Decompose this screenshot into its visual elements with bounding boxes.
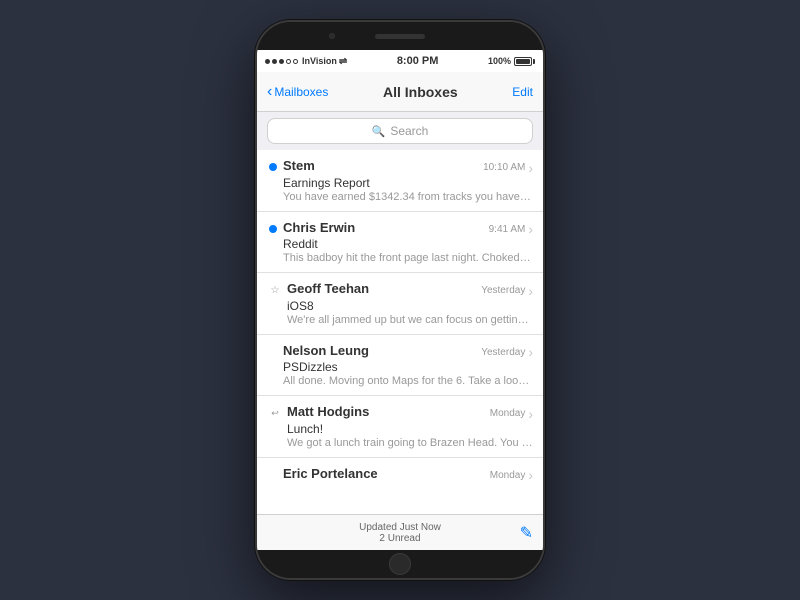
email-header: Nelson Leung Yesterday ›: [283, 343, 533, 360]
email-time-area: Yesterday ›: [481, 284, 533, 298]
battery-fill: [516, 59, 530, 64]
email-item-nelson[interactable]: Nelson Leung Yesterday › PSDizzles All d…: [257, 335, 543, 397]
chevron-icon: ›: [528, 284, 533, 298]
email-preview: This badboy hit the front page last nigh…: [283, 252, 533, 264]
status-bar: InVision ⇌ 8:00 PM 100%: [257, 50, 543, 72]
signal-dot-3: [279, 59, 284, 64]
battery-body: [514, 57, 532, 66]
email-header: Geoff Teehan Yesterday ›: [287, 281, 533, 298]
email-header: Matt Hodgins Monday ›: [287, 404, 533, 421]
edit-button[interactable]: Edit: [512, 85, 533, 99]
unread-count: 2 Unread: [359, 533, 441, 544]
bottom-bar: Updated Just Now 2 Unread ✎: [257, 514, 543, 550]
email-list: Stem 10:10 AM › Earnings Report You have…: [257, 150, 543, 514]
bottom-status-text: Updated Just Now 2 Unread: [359, 522, 441, 544]
status-left: InVision ⇌: [265, 56, 347, 67]
phone-frame: InVision ⇌ 8:00 PM 100% ‹ Mailboxes All …: [255, 20, 545, 580]
battery-percent: 100%: [488, 56, 511, 66]
phone-top: [257, 22, 543, 50]
email-header: Chris Erwin 9:41 AM ›: [283, 220, 533, 237]
email-sender: Chris Erwin: [283, 220, 355, 235]
phone-bottom: [257, 550, 543, 578]
signal-dot-5: [293, 59, 298, 64]
battery-tip: [533, 59, 535, 64]
email-header: Stem 10:10 AM ›: [283, 158, 533, 175]
email-preview: You have earned $1342.34 from tracks you…: [283, 191, 533, 203]
nav-bar: ‹ Mailboxes All Inboxes Edit: [257, 72, 543, 112]
search-bar[interactable]: 🔍 Search: [267, 118, 533, 144]
email-time-area: Yesterday ›: [481, 345, 533, 359]
reply-indicator: ↩: [269, 407, 281, 419]
email-time: Monday: [490, 408, 526, 419]
updated-text: Updated Just Now: [359, 522, 441, 533]
email-sender: Nelson Leung: [283, 343, 369, 358]
email-time: 9:41 AM: [489, 224, 526, 235]
email-subject: Lunch!: [287, 422, 533, 436]
unread-indicator: [269, 225, 277, 233]
compose-button[interactable]: ✎: [520, 523, 533, 543]
screen: InVision ⇌ 8:00 PM 100% ‹ Mailboxes All …: [257, 50, 543, 550]
search-bar-container: 🔍 Search: [257, 112, 543, 150]
home-button[interactable]: [389, 553, 411, 575]
email-subject: Earnings Report: [283, 176, 533, 190]
phone-camera: [329, 33, 335, 39]
email-subject: PSDizzles: [283, 360, 533, 374]
carrier-label: InVision: [302, 56, 337, 66]
chevron-icon: ›: [528, 161, 533, 175]
email-time: Yesterday: [481, 347, 525, 358]
no-indicator: [269, 348, 277, 356]
signal-dot-2: [272, 59, 277, 64]
nav-title: All Inboxes: [383, 84, 458, 100]
search-placeholder: Search: [390, 124, 428, 138]
email-sender: Eric Portelance: [283, 466, 378, 481]
email-time-area: 10:10 AM ›: [483, 161, 533, 175]
email-item-chris[interactable]: Chris Erwin 9:41 AM › Reddit This badboy…: [257, 212, 543, 274]
email-content: Matt Hodgins Monday › Lunch! We got a lu…: [287, 404, 533, 449]
email-item-eric[interactable]: Eric Portelance Monday ›: [257, 458, 543, 492]
email-time: Yesterday: [481, 285, 525, 296]
signal-dots: [265, 59, 298, 64]
search-icon: 🔍: [372, 125, 386, 138]
phone-speaker: [375, 34, 425, 39]
email-header: Eric Portelance Monday ›: [283, 466, 533, 483]
email-preview: All done. Moving onto Maps for the 6. Ta…: [283, 375, 533, 387]
chevron-icon: ›: [528, 407, 533, 421]
chevron-icon: ›: [528, 468, 533, 482]
email-subject: iOS8: [287, 299, 533, 313]
email-content: Eric Portelance Monday ›: [283, 466, 533, 484]
email-item-geoff[interactable]: ☆ Geoff Teehan Yesterday › iOS8 We're al…: [257, 273, 543, 335]
starred-indicator: ☆: [269, 284, 281, 296]
back-button[interactable]: ‹ Mailboxes: [267, 84, 328, 100]
email-time-area: Monday ›: [490, 468, 533, 482]
email-sender: Stem: [283, 158, 315, 173]
email-preview: We got a lunch train going to Brazen Hea…: [287, 437, 533, 449]
status-right: 100%: [488, 56, 535, 66]
email-content: Geoff Teehan Yesterday › iOS8 We're all …: [287, 281, 533, 326]
back-label: Mailboxes: [274, 85, 328, 99]
battery-icon: [514, 57, 535, 66]
email-subject: Reddit: [283, 237, 533, 251]
status-time: 8:00 PM: [397, 55, 439, 67]
email-preview: We're all jammed up but we can focus on …: [287, 314, 533, 326]
wifi-icon: ⇌: [339, 56, 347, 67]
no-indicator: [269, 471, 277, 479]
signal-dot-1: [265, 59, 270, 64]
email-sender: Geoff Teehan: [287, 281, 369, 296]
unread-indicator: [269, 163, 277, 171]
email-item-matt[interactable]: ↩ Matt Hodgins Monday › Lunch! We got a …: [257, 396, 543, 458]
email-sender: Matt Hodgins: [287, 404, 369, 419]
email-time: 10:10 AM: [483, 162, 525, 173]
back-arrow-icon: ‹: [267, 84, 272, 100]
email-content: Stem 10:10 AM › Earnings Report You have…: [283, 158, 533, 203]
email-content: Nelson Leung Yesterday › PSDizzles All d…: [283, 343, 533, 388]
signal-dot-4: [286, 59, 291, 64]
email-time-area: Monday ›: [490, 407, 533, 421]
email-time: Monday: [490, 470, 526, 481]
email-content: Chris Erwin 9:41 AM › Reddit This badboy…: [283, 220, 533, 265]
chevron-icon: ›: [528, 222, 533, 236]
email-time-area: 9:41 AM ›: [489, 222, 533, 236]
email-item-stem[interactable]: Stem 10:10 AM › Earnings Report You have…: [257, 150, 543, 212]
chevron-icon: ›: [528, 345, 533, 359]
